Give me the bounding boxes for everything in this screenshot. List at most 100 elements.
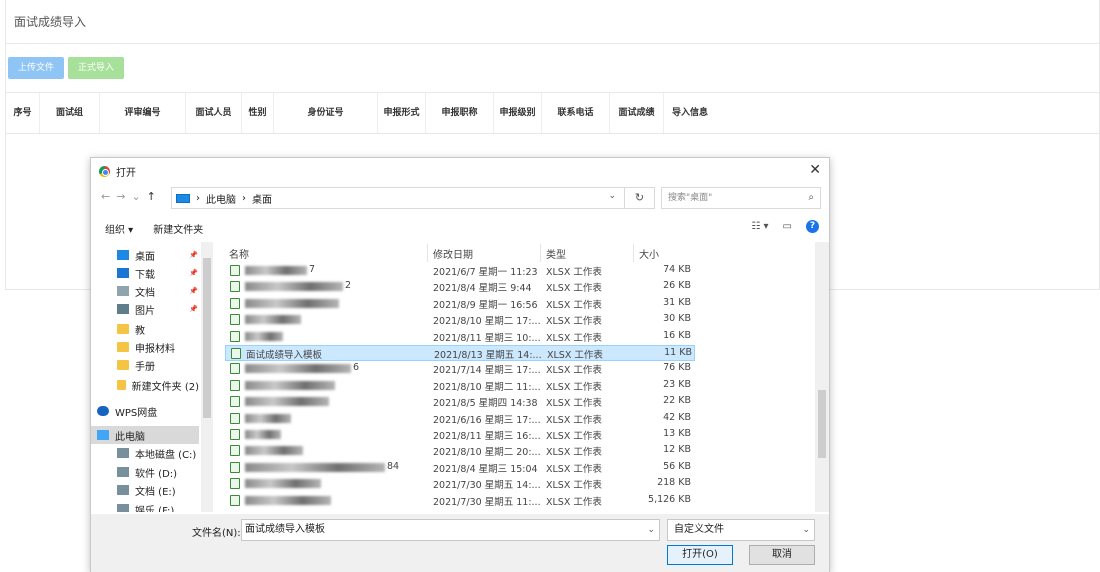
file-row[interactable]: 2021/8/10 星期二 11:... XLSX 工作表 23 KB (225, 378, 695, 394)
pin-icon[interactable]: 📌 (189, 251, 198, 259)
navigation-pane[interactable]: 桌面 📌 下载 📌 文档 📌 图片 📌 教申报材料 手册 新建文件夹 (2) WPS网盘 此电脑 本地磁盘… (91, 242, 213, 512)
nav-item[interactable]: 新建文件夹 (2) (91, 376, 199, 394)
upload-file-button[interactable]: 上传文件 (8, 57, 65, 79)
search-placeholder: 搜索"桌面" (668, 193, 713, 203)
file-name-suffix: 7 (309, 264, 316, 275)
chevron-right-icon: › (196, 192, 200, 204)
nav-item[interactable]: 下载 📌 (91, 264, 199, 282)
file-list-scrollbar[interactable] (815, 242, 829, 512)
new-folder-button[interactable]: 新建文件夹 (153, 221, 203, 236)
preview-pane-icon[interactable]: ▭ (783, 221, 792, 232)
nav-item[interactable]: 申报材料 (91, 338, 199, 356)
view-options-icon[interactable]: ☷ ▾ (751, 221, 768, 232)
formal-import-button[interactable]: 正式导入 (68, 57, 125, 79)
nav-item[interactable]: 教 (91, 320, 199, 338)
redacted-file-name (245, 397, 329, 407)
redacted-file-name (245, 364, 351, 374)
help-icon[interactable]: ? (806, 220, 819, 233)
file-row[interactable]: 2021/8/10 星期二 17:... XLSX 工作表 30 KB (225, 312, 695, 328)
recent-dropdown-icon[interactable]: ⌄ (131, 190, 146, 203)
file-row[interactable]: 2021/7/30 星期五 11:... XLSX 工作表 5,126 KB (225, 493, 695, 509)
file-row[interactable]: 2021/8/9 星期一 16:56 XLSX 工作表 31 KB (225, 296, 695, 312)
file-type: XLSX 工作表 (546, 480, 602, 492)
pc-icon (176, 193, 190, 203)
file-date: 2021/8/11 星期三 16:... (433, 431, 541, 442)
file-type: XLSX 工作表 (546, 332, 602, 344)
redacted-file-name (245, 446, 303, 456)
pin-icon[interactable]: 📌 (189, 287, 198, 295)
forward-arrow-icon[interactable]: → (116, 190, 131, 203)
file-row[interactable]: 2021/6/16 星期三 17:... XLSX 工作表 42 KB (225, 411, 695, 427)
column-date[interactable]: 修改日期 (433, 246, 473, 261)
nav-item[interactable]: 文档 (E:) (91, 481, 199, 499)
column-type[interactable]: 类型 (546, 246, 566, 261)
file-type: XLSX 工作表 (546, 496, 602, 508)
filename-input[interactable]: 面试成绩导入模板 ⌄ (241, 519, 660, 541)
pin-icon[interactable]: 📌 (189, 305, 198, 313)
file-name-suffix: 84 (387, 460, 400, 472)
chevron-down-icon[interactable]: ⌄ (647, 520, 655, 540)
breadcrumb-desktop[interactable]: 桌面 (252, 191, 272, 206)
nav-item-label: 下载 (135, 269, 155, 281)
file-date: 2021/8/10 星期二 11:... (433, 381, 541, 393)
nav-item[interactable]: 软件 (D:) (91, 463, 199, 481)
nav-item[interactable]: 手册 (91, 356, 199, 374)
file-row[interactable]: 2021/7/30 星期五 14:... XLSX 工作表 218 KB (225, 476, 695, 492)
file-row[interactable]: 2 2021/8/4 星期三 9:44 XLSX 工作表 26 KB (225, 279, 695, 295)
file-list-scrollbar-thumb[interactable] (818, 390, 826, 458)
chevron-down-icon[interactable]: ⌄ (802, 520, 810, 540)
nav-item[interactable]: WPS网盘 (91, 402, 199, 420)
close-icon[interactable]: ✕ (809, 162, 821, 178)
file-row[interactable]: 2021/8/10 星期二 20:... XLSX 工作表 12 KB (225, 443, 695, 459)
file-row[interactable]: 2021/8/5 星期四 14:38 XLSX 工作表 22 KB (225, 394, 695, 410)
file-date: 2021/8/5 星期四 14:38 (433, 398, 538, 410)
desktop-icon (117, 250, 129, 260)
pin-icon[interactable]: 📌 (189, 269, 198, 277)
file-row[interactable]: 面试成绩导入模板 2021/8/13 星期五 14:... XLSX 工作表 11 K… (225, 345, 695, 361)
nav-item[interactable]: 此电脑 (91, 426, 199, 444)
up-arrow-icon[interactable]: ↑ (147, 190, 162, 203)
nav-item-label: 软件 (D:) (135, 468, 178, 480)
download-icon (117, 268, 129, 278)
toolbar-right: ☷ ▾ ▭ ? (751, 220, 819, 233)
file-row[interactable]: 6 2021/7/14 星期三 17:... XLSX 工作表 76 KB (225, 361, 695, 377)
column-name[interactable]: 名称 (229, 246, 249, 261)
file-date: 2021/8/13 星期五 14:... (434, 350, 542, 361)
search-input[interactable]: 搜索"桌面" ⌕ (661, 187, 821, 209)
file-date: 2021/8/4 星期三 9:44 (433, 283, 532, 295)
column-divider (633, 244, 634, 262)
picture-icon (117, 304, 129, 314)
nav-item[interactable]: 本地磁盘 (C:) (91, 444, 199, 462)
organize-button[interactable]: 组织 ▾ (105, 221, 133, 236)
file-name-suffix: 6 (353, 362, 360, 374)
column-header: 面试组 (40, 93, 100, 133)
pc-icon (97, 430, 109, 440)
file-type-select[interactable]: 自定义文件 ⌄ (667, 519, 815, 541)
file-row[interactable]: 2021/8/11 星期三 16:... XLSX 工作表 13 KB (225, 427, 695, 443)
open-button[interactable]: 打开(O) (667, 545, 733, 565)
file-row[interactable]: 7 2021/6/7 星期一 11:23 XLSX 工作表 74 KB (225, 263, 695, 279)
nav-item[interactable]: 文档 📌 (91, 282, 199, 300)
document-icon (117, 286, 129, 296)
dialog-footer: 文件名(N): 面试成绩导入模板 ⌄ 自定义文件 ⌄ 打开(O) 取消 (91, 514, 829, 572)
refresh-icon[interactable]: ↻ (625, 187, 655, 209)
column-header: 导入信息 (672, 108, 709, 118)
nav-item[interactable]: 娱乐 (F:) (91, 500, 199, 512)
file-type-value: 自定义文件 (674, 524, 724, 535)
file-list[interactable]: 名称 修改日期 类型 大小 7 2021/6/7 星期一 11:23 XLSX 工作… (215, 242, 829, 512)
file-size: 26 KB (663, 280, 691, 292)
file-row[interactable]: 2021/8/11 星期三 10:... XLSX 工作表 16 KB (225, 329, 695, 345)
back-arrow-icon[interactable]: ← (101, 190, 116, 203)
open-file-dialog: 打开 ✕ ←→⌄↑ › 此电脑 › 桌面 ⌄ ↻ 搜索"桌面" ⌕ 组织 ▾ 新… (90, 157, 830, 572)
nav-item[interactable]: 桌面 📌 (91, 246, 199, 264)
nav-scrollbar-thumb[interactable] (203, 258, 211, 418)
nav-item[interactable]: 图片 📌 (91, 300, 199, 318)
breadcrumb-this-pc[interactable]: 此电脑 (206, 191, 236, 206)
redacted-file-name (245, 266, 307, 275)
address-bar[interactable]: › 此电脑 › 桌面 ⌄ (171, 187, 625, 209)
file-row[interactable]: 84 2021/8/4 星期三 15:04 XLSX 工作表 56 KB (225, 460, 695, 476)
column-size[interactable]: 大小 (639, 246, 659, 261)
cancel-button[interactable]: 取消 (749, 545, 815, 565)
chevron-down-icon[interactable]: ⌄ (608, 191, 616, 201)
chevron-right-icon: › (242, 192, 246, 204)
